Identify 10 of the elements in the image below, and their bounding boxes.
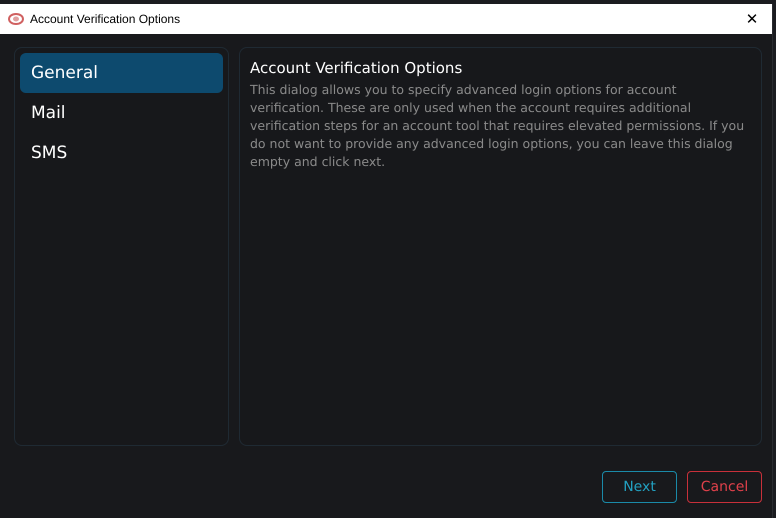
description-text: This dialog allows you to specify advanced login options for account verification. These are only used when the account requires additional verification steps for an account tool that requires elevated permissions. If you do not want to provide any advanced login options, you can leave this dialog empty and click next.: [250, 81, 746, 171]
window-title: Account Verification Options: [30, 12, 180, 26]
close-button[interactable]: ✕: [732, 4, 772, 34]
content-heading: Account Verification Options: [250, 59, 464, 77]
sidebar-item[interactable]: SMS: [20, 133, 223, 173]
cancel-button[interactable]: Cancel: [687, 471, 762, 503]
next-button[interactable]: Next: [602, 471, 677, 503]
app-icon: [8, 13, 24, 25]
sidebar-item[interactable]: General: [20, 53, 223, 93]
sidebar-item[interactable]: Mail: [20, 93, 223, 133]
